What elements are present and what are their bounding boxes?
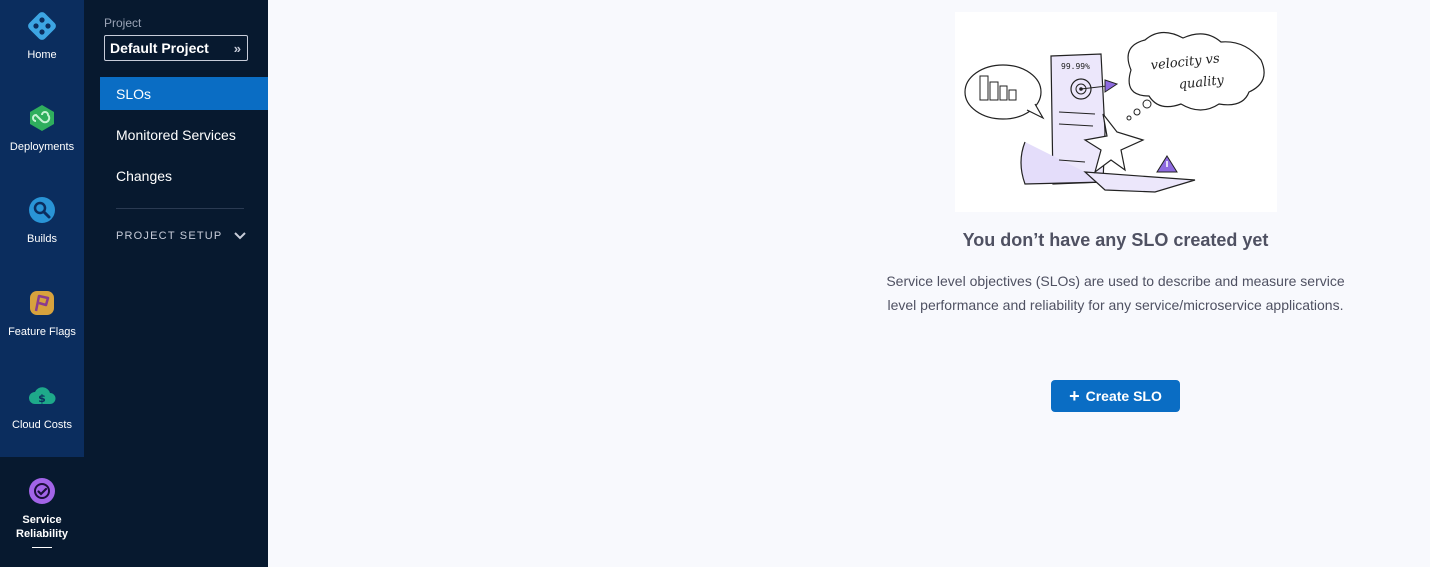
main-content: 99.99% velocity vs quality You don’t hav… <box>268 0 1430 567</box>
rail-item-cloud-costs[interactable]: $ Cloud Costs <box>0 370 84 462</box>
project-selector[interactable]: Default Project » <box>104 35 248 61</box>
nav-link-label: Monitored Services <box>116 126 236 143</box>
home-icon <box>28 12 56 40</box>
project-setup-toggle[interactable]: PROJECT SETUP <box>116 228 246 244</box>
secondary-nav: Project Default Project » SLOs Monitored… <box>84 0 268 567</box>
create-slo-button[interactable]: + Create SLO <box>1051 380 1180 412</box>
module-rail: Home Deployments Builds Feature Flags $ … <box>0 0 84 567</box>
plus-icon: + <box>1069 386 1080 406</box>
double-chevron-right-icon: » <box>233 40 241 56</box>
rail-item-builds[interactable]: Builds <box>0 184 84 276</box>
rail-label-line1: Service <box>22 514 62 526</box>
empty-state-title: You don’t have any SLO created yet <box>962 230 1269 250</box>
rail-item-deployments[interactable]: Deployments <box>0 92 84 184</box>
nav-link-monitored-services[interactable]: Monitored Services <box>100 118 268 151</box>
rail-label-builds: Builds <box>27 233 57 245</box>
project-label: Project <box>104 16 142 30</box>
cloud-costs-icon: $ <box>29 387 56 405</box>
rail-label-home: Home <box>27 49 57 61</box>
empty-state-illustration: 99.99% velocity vs quality <box>955 12 1277 212</box>
nav-divider <box>116 208 244 209</box>
rail-item-feature-flags[interactable]: Feature Flags <box>0 277 84 369</box>
builds-icon <box>29 197 55 223</box>
service-reliability-icon <box>29 478 55 504</box>
rail-item-service-reliability[interactable]: Service Reliability <box>0 457 84 567</box>
nav-link-label: Changes <box>116 167 173 184</box>
empty-state-description: Service level objectives (SLOs) are used… <box>886 273 1345 313</box>
nav-link-slos[interactable]: SLOs <box>100 77 268 110</box>
rail-label-service-reliability: Service Reliability <box>16 513 68 541</box>
rail-label-line2: Reliability <box>16 528 68 540</box>
rail-item-home[interactable]: Home <box>0 0 84 92</box>
project-setup-label: PROJECT SETUP <box>116 230 223 242</box>
deployments-icon <box>30 105 54 131</box>
rail-label-feature-flags: Feature Flags <box>8 326 76 338</box>
nav-link-changes[interactable]: Changes <box>100 159 268 192</box>
illustration-note-text: 99.99% <box>1061 62 1090 71</box>
feature-flags-icon <box>30 291 54 315</box>
active-indicator <box>32 547 52 548</box>
project-value: Default Project <box>110 40 209 56</box>
rail-label-cloud-costs: Cloud Costs <box>12 419 72 431</box>
nav-link-label: SLOs <box>116 85 152 102</box>
chevron-down-icon <box>234 232 246 240</box>
app: Home Deployments Builds Feature Flags $ … <box>0 0 1430 567</box>
rail-label-deployments: Deployments <box>9 141 75 153</box>
svg-text:$: $ <box>38 392 46 405</box>
create-slo-label: Create SLO <box>1085 388 1162 404</box>
